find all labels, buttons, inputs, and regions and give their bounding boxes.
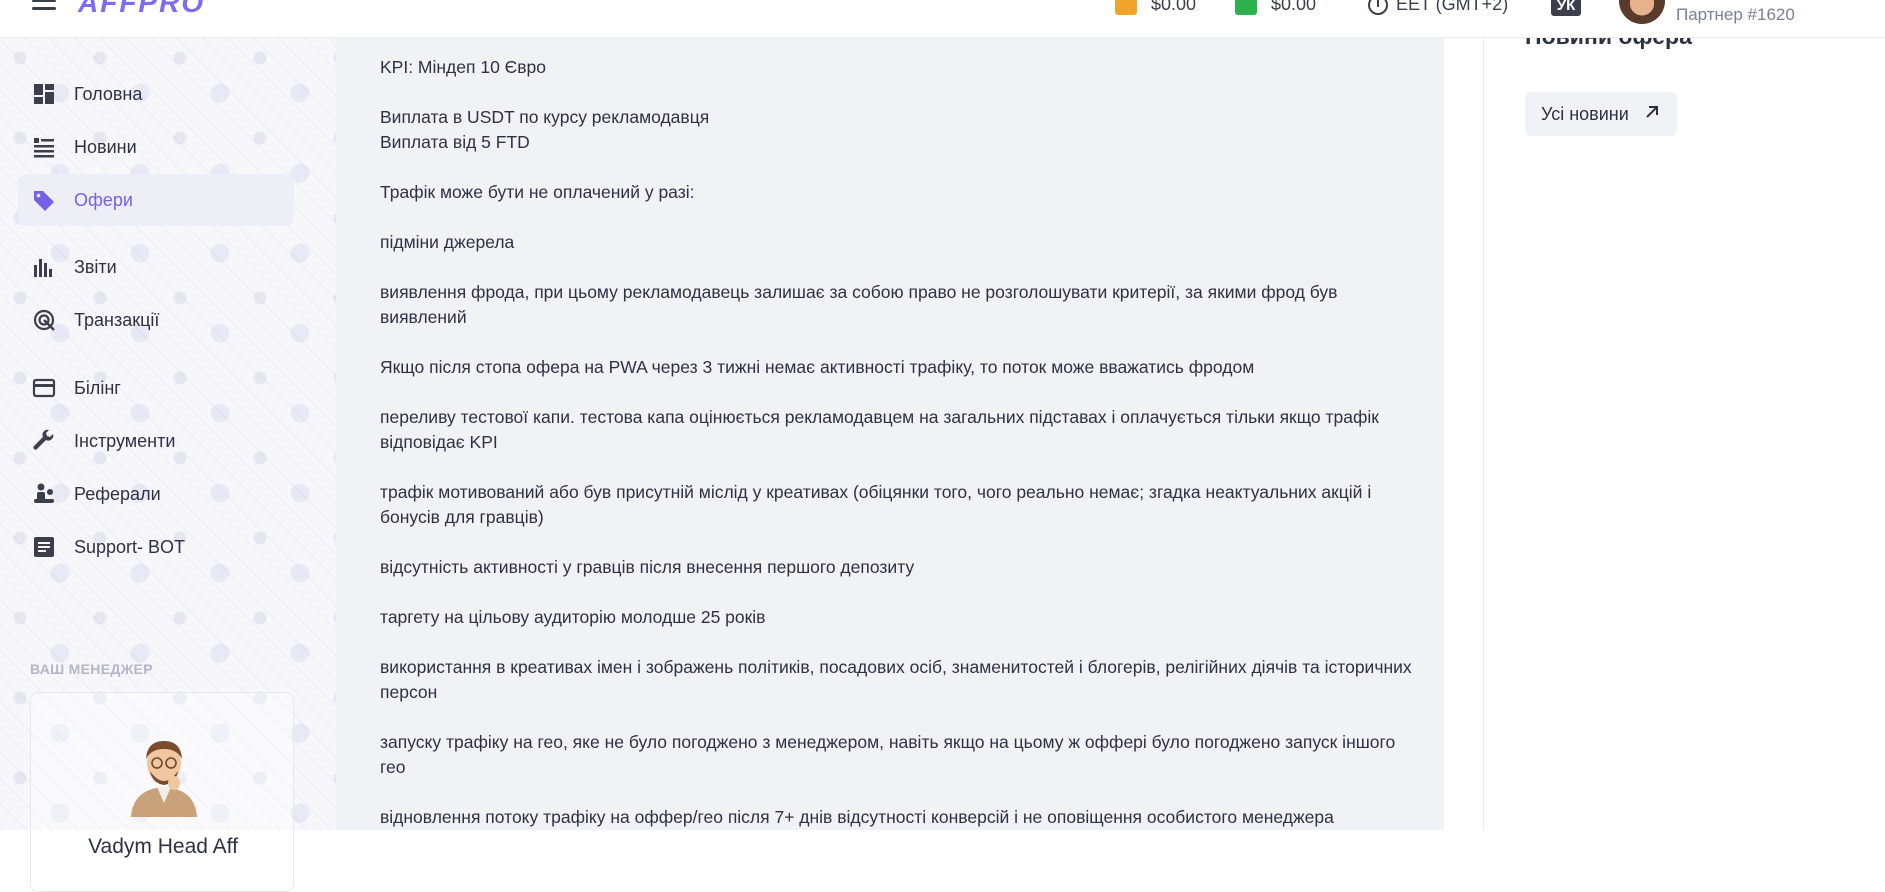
sidebar-item-label: Новини bbox=[74, 136, 137, 157]
balance-orange[interactable]: $0.00 bbox=[1115, 0, 1196, 15]
all-news-button[interactable]: Усі новини bbox=[1525, 92, 1677, 136]
offer-text-line: KPI: Мiндеп 10 Євро bbox=[380, 57, 547, 77]
timezone-selector[interactable]: EET (GMT+2) bbox=[1368, 0, 1508, 15]
sidebar-item-support-bot[interactable]: Support- BOT bbox=[18, 521, 294, 573]
offer-text-line: Якщо пiсля стопа офера на PWA через 3 ти… bbox=[380, 357, 1255, 377]
sidebar-item-billing[interactable]: Білінг bbox=[18, 362, 294, 414]
logo[interactable]: AFFPRO bbox=[78, 0, 205, 19]
news-icon bbox=[32, 135, 56, 159]
offer-paragraph: запуску трафiку на гео, яке не було пого… bbox=[380, 730, 1420, 780]
offer-paragraph: таргету на цiльову аудиторiю молодше 25 … bbox=[380, 605, 1420, 630]
offer-paragraph: Якщо пiсля стопа офера на PWA через 3 ти… bbox=[380, 355, 1420, 380]
tag-icon bbox=[32, 188, 56, 212]
sidebar-item-home[interactable]: Головна bbox=[18, 68, 294, 120]
balance-green-value: $0.00 bbox=[1271, 0, 1317, 14]
offer-text-line: таргету на цiльову аудиторiю молодше 25 … bbox=[380, 607, 766, 627]
offer-paragraph: виявлення фрода, при цьому рекламодавець… bbox=[380, 280, 1420, 330]
wallet-icon bbox=[1235, 0, 1257, 15]
offer-paragraph: вiдновлення потоку трафiку на оффер/гео … bbox=[380, 805, 1420, 830]
balance-orange-value: $0.00 bbox=[1151, 0, 1197, 14]
offer-paragraph: використання в креативах iмен i зображен… bbox=[380, 655, 1420, 705]
sidebar-item-label: Транзакції bbox=[74, 309, 160, 330]
language-switcher[interactable]: УК bbox=[1551, 0, 1581, 16]
sidebar-item-label: Звіти bbox=[74, 256, 117, 277]
sidebar-item-label: Офери bbox=[74, 189, 133, 210]
offer-text-line: Виплата вiд 5 FTD bbox=[380, 132, 530, 152]
offer-details-panel: KPI: Мiндеп 10 Євро Виплата в USDT по кур… bbox=[336, 38, 1444, 830]
arrow-up-right-icon bbox=[1643, 103, 1661, 126]
offer-paragraph: Трафiк може бути не оплачений у разi: bbox=[380, 180, 1420, 205]
offer-text-line: використання в креативах iмен i зображен… bbox=[380, 657, 1412, 702]
manager-avatar bbox=[121, 731, 207, 817]
manager-name: Vadym Head Aff bbox=[88, 835, 238, 858]
balance-green[interactable]: $0.00 bbox=[1235, 0, 1316, 15]
offer-paragraph: вiдсутнiсть активностi у гравцiв пiсля в… bbox=[380, 555, 1420, 580]
sidebar-item-offers[interactable]: Офери bbox=[18, 174, 294, 226]
sidebar-item-transactions[interactable]: Транзакції bbox=[18, 294, 294, 346]
sidebar-item-referrals[interactable]: Реферали bbox=[18, 468, 294, 520]
offer-paragraph: Виплата в USDT по курсу рекламодавця Випл… bbox=[380, 105, 1420, 155]
offer-text-line: трафiк мотивований або був присутнiй мiс… bbox=[380, 482, 1372, 527]
offer-text-line: запуску трафiку на гео, яке не було пого… bbox=[380, 732, 1396, 777]
sidebar-item-label: Головна bbox=[74, 83, 143, 104]
offer-text-line: пiдмiни джерела bbox=[380, 232, 515, 252]
offer-text-line: Трафiк може бути не оплачений у разi: bbox=[380, 182, 695, 202]
sidebar: Головна Новини Офери Звіти Транзакції Бі… bbox=[0, 38, 336, 892]
offer-paragraph: переливу тестової капи. тестова капа оцi… bbox=[380, 405, 1420, 455]
sidebar-item-label: Реферали bbox=[74, 483, 161, 504]
manager-section-title: ВАШ МЕНЕДЖЕР bbox=[30, 661, 153, 677]
avatar[interactable] bbox=[1619, 0, 1665, 24]
all-news-label: Усі новини bbox=[1541, 103, 1629, 124]
offer-paragraph: пiдмiни джерела bbox=[380, 230, 1420, 255]
offer-text-line: вiдновлення потоку трафiку на оффер/гео … bbox=[380, 807, 1334, 827]
referral-icon bbox=[32, 482, 56, 506]
offer-conditions-text: KPI: Мiндеп 10 Євро Виплата в USDT по кур… bbox=[380, 55, 1420, 855]
offer-paragraph: KPI: Мiндеп 10 Євро bbox=[380, 55, 1420, 80]
top-header: AFFPRO $0.00 $0.00 EET (GMT+2) УК Партне… bbox=[0, 0, 1885, 38]
sidebar-item-label: Інструменти bbox=[74, 430, 176, 451]
offer-text-line: Виплата в USDT по курсу рекламодавця bbox=[380, 107, 710, 127]
clock-icon bbox=[1368, 0, 1388, 15]
document-icon bbox=[32, 535, 56, 559]
radar-icon bbox=[32, 308, 56, 332]
menu-icon[interactable] bbox=[32, 0, 56, 10]
divider bbox=[1483, 38, 1484, 830]
bar-chart-icon bbox=[32, 255, 56, 279]
sidebar-item-label: Support- BOT bbox=[74, 536, 186, 557]
timezone-label: EET (GMT+2) bbox=[1396, 0, 1509, 14]
sidebar-item-news[interactable]: Новини bbox=[18, 121, 294, 173]
credit-card-icon bbox=[32, 376, 56, 400]
partner-id: Партнер #1620 bbox=[1676, 5, 1795, 24]
sidebar-item-tools[interactable]: Інструменти bbox=[18, 415, 294, 467]
manager-card: Vadym Head Aff bbox=[30, 692, 294, 892]
offer-text-line: виявлення фрода, при цьому рекламодавець… bbox=[380, 282, 1338, 327]
sidebar-item-label: Білінг bbox=[74, 377, 121, 398]
offer-paragraph: трафiк мотивований або був присутнiй мiс… bbox=[380, 480, 1420, 530]
offer-text-line: вiдсутнiсть активностi у гравцiв пiсля в… bbox=[380, 557, 915, 577]
offer-text-line: переливу тестової капи. тестова капа оцi… bbox=[380, 407, 1379, 452]
dashboard-icon bbox=[32, 82, 56, 106]
wallet-icon bbox=[1115, 0, 1137, 15]
wrench-icon bbox=[32, 429, 56, 453]
sidebar-item-reports[interactable]: Звіти bbox=[18, 241, 294, 293]
